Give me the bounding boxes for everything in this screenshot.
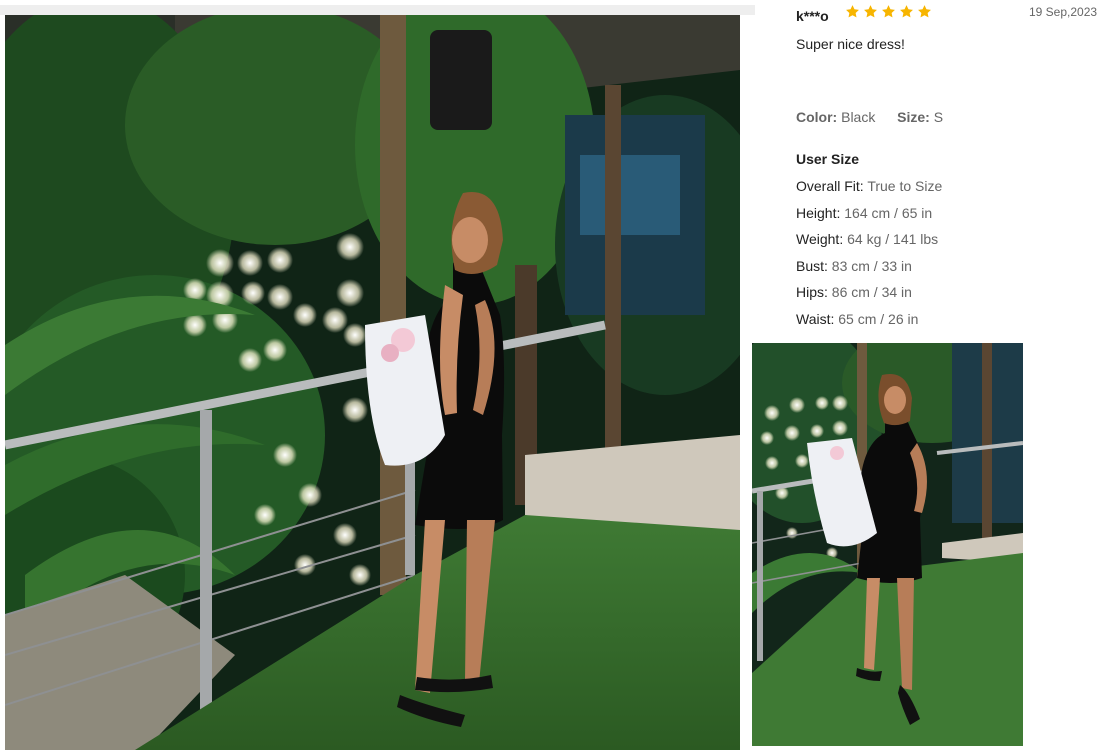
review-photo-main-image (5, 15, 740, 750)
size-item-value: 83 cm / 33 in (831, 257, 912, 274)
size-item-label: Bust: (796, 257, 828, 274)
user-size-title: User Size (796, 151, 860, 167)
color-value: Black (841, 109, 876, 125)
size-item-bust: Bust: 83 cm / 33 in (796, 258, 942, 285)
size-item-label: Height: (796, 204, 841, 221)
star-icon (846, 5, 859, 18)
review-photo-thumbnail[interactable] (752, 343, 1023, 746)
size-item-value: 64 kg / 141 lbs (847, 231, 939, 248)
size-item-value: True to Size (867, 178, 943, 194)
star-icon (864, 5, 877, 18)
size-item-weight: Weight: 64 kg / 141 lbs (796, 231, 942, 258)
size-item-waist: Waist: 65 cm / 26 in (796, 311, 942, 338)
user-size-list: Overall Fit: True to Size Height: 164 cm… (796, 178, 942, 338)
star-icon (918, 5, 931, 18)
photo-frame (0, 5, 755, 15)
reviewer-name: k***o (796, 8, 829, 24)
star-rating (845, 4, 932, 19)
star-icon (900, 5, 913, 18)
size-value: S (933, 109, 944, 125)
size-label: Size: (897, 109, 930, 125)
star-icon (882, 5, 895, 18)
review-photo-main[interactable] (5, 15, 740, 750)
size-item-hips: Hips: 86 cm / 34 in (796, 284, 942, 311)
purchase-attributes: Color: Black Size: S (796, 109, 943, 125)
size-item-overall-fit: Overall Fit: True to Size (796, 178, 942, 205)
review-card: k***o 19 Sep,2023 Super nice dress! Colo… (0, 0, 1114, 755)
size-item-label: Hips: (796, 284, 828, 301)
size-item-height: Height: 164 cm / 65 in (796, 205, 942, 232)
size-item-value: 65 cm / 26 in (838, 310, 919, 327)
size-item-value: 86 cm / 34 in (831, 284, 912, 301)
review-photo-thumbnail-image (752, 343, 1023, 746)
size-item-label: Overall Fit: (796, 178, 864, 194)
color-label: Color: (796, 109, 838, 125)
size-item-label: Weight: (796, 231, 844, 248)
review-date: 19 Sep,2023 (1029, 5, 1098, 19)
review-text: Super nice dress! (796, 36, 905, 52)
size-item-value: 164 cm / 65 in (844, 204, 933, 221)
size-item-label: Waist: (796, 310, 835, 327)
